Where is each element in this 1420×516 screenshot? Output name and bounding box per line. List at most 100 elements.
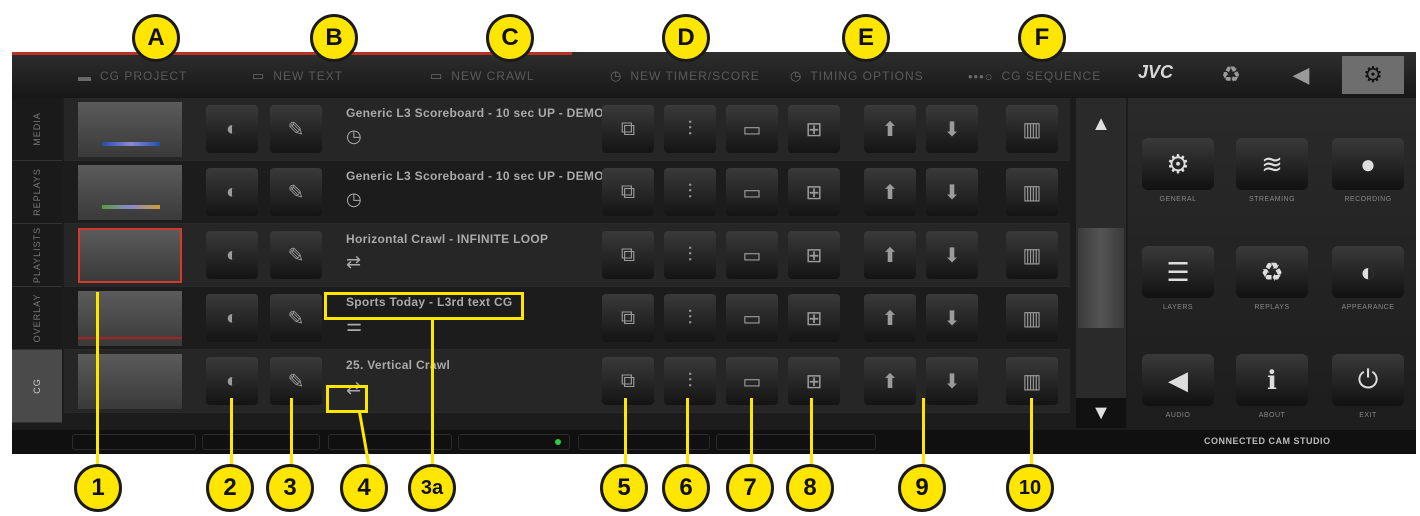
status-cell xyxy=(202,434,320,450)
settings-appearance-button[interactable]: ◐ xyxy=(1332,246,1404,298)
callout-9: 9 xyxy=(898,464,946,512)
layer-icon: ▭ xyxy=(742,181,762,204)
mixer-button[interactable]: ⫶ xyxy=(664,168,716,216)
menu-new-timer-score[interactable]: ◷ NEW TIMER/SCORE xyxy=(610,66,760,86)
scroll-thumb[interactable] xyxy=(1078,228,1124,328)
duplicate-button[interactable]: ⧉ xyxy=(602,105,654,153)
settings-exit-button[interactable]: ⏻ xyxy=(1332,354,1404,406)
settings-layers-button[interactable]: ☰ xyxy=(1142,246,1214,298)
cg-thumbnail-selected[interactable] xyxy=(78,228,182,283)
list-item: ◐ ✎ Horizontal Crawl - INFINITE LOOP ⇄ ⧉… xyxy=(64,224,1070,287)
trash-icon: ▥ xyxy=(1022,118,1042,141)
stopwatch-icon: ◷ xyxy=(790,68,803,83)
settings-gear-icon[interactable]: ⚙ xyxy=(1342,56,1404,94)
layer-button[interactable]: ▭ xyxy=(726,294,778,342)
duplicate-button[interactable]: ⧉ xyxy=(602,231,654,279)
list-item: ◐ ✎ Generic L3 Scoreboard - 10 sec UP - … xyxy=(64,98,1070,161)
move-up-button[interactable]: ⬆ xyxy=(864,357,916,405)
cg-thumbnail[interactable] xyxy=(78,291,182,346)
leader-line xyxy=(290,398,293,470)
move-up-button[interactable]: ⬆ xyxy=(864,231,916,279)
move-down-button[interactable]: ⬇ xyxy=(926,168,978,216)
menu-label: NEW TEXT xyxy=(273,69,344,83)
layer-button[interactable]: ▭ xyxy=(726,168,778,216)
settings-recording-button[interactable]: ● xyxy=(1332,138,1404,190)
list-scrollbar[interactable]: ▲ ▼ xyxy=(1076,98,1126,428)
info-icon: ℹ xyxy=(1267,364,1277,395)
cg-title: Generic L3 Scoreboard - 10 sec UP - DEMO xyxy=(346,169,604,183)
callout-3: 3 xyxy=(266,464,314,512)
add-to-folder-button[interactable]: ⊞ xyxy=(788,105,840,153)
move-down-button[interactable]: ⬇ xyxy=(926,357,978,405)
edit-button[interactable]: ✎ xyxy=(270,294,322,342)
pencil-icon: ✎ xyxy=(287,118,305,141)
mixer-button[interactable]: ⫶ xyxy=(664,231,716,279)
edit-button[interactable]: ✎ xyxy=(270,357,322,405)
cg-thumbnail[interactable] xyxy=(78,354,182,409)
copy-icon: ⧉ xyxy=(620,306,636,329)
delete-button[interactable]: ▥ xyxy=(1006,168,1058,216)
arrow-up-icon: ⬆ xyxy=(881,244,899,267)
menu-new-text[interactable]: ▭ NEW TEXT xyxy=(252,66,343,86)
move-up-button[interactable]: ⬆ xyxy=(864,168,916,216)
delete-button[interactable]: ▥ xyxy=(1006,105,1058,153)
move-down-button[interactable]: ⬇ xyxy=(926,294,978,342)
duplicate-button[interactable]: ⧉ xyxy=(602,357,654,405)
settings-replays-button[interactable]: ♻ xyxy=(1236,246,1308,298)
move-down-button[interactable]: ⬇ xyxy=(926,105,978,153)
tile-label: RECORDING xyxy=(1344,196,1392,203)
settings-audio-button[interactable]: ◀ xyxy=(1142,354,1214,406)
layer-button[interactable]: ▭ xyxy=(726,105,778,153)
eye-icon: ◐ xyxy=(1360,256,1376,287)
edit-button[interactable]: ✎ xyxy=(270,168,322,216)
menu-cg-project[interactable]: ▬ CG PROJECT xyxy=(78,66,187,86)
leader-line xyxy=(230,398,233,470)
visibility-button[interactable]: ◐ xyxy=(206,231,258,279)
add-to-folder-button[interactable]: ⊞ xyxy=(788,357,840,405)
add-to-folder-button[interactable]: ⊞ xyxy=(788,294,840,342)
pencil-icon: ✎ xyxy=(287,244,305,267)
app-window: ▬ CG PROJECT ▭ NEW TEXT ▭ NEW CRAWL ◷ NEW TI… xyxy=(12,52,1416,454)
scroll-up-icon[interactable]: ▲ xyxy=(1076,104,1126,144)
edit-button[interactable]: ✎ xyxy=(270,105,322,153)
settings-general-button[interactable]: ⚙ xyxy=(1142,138,1214,190)
delete-button[interactable]: ▥ xyxy=(1006,231,1058,279)
visibility-button[interactable]: ◐ xyxy=(206,168,258,216)
visibility-button[interactable]: ◐ xyxy=(206,105,258,153)
move-down-button[interactable]: ⬇ xyxy=(926,231,978,279)
copy-icon: ⧉ xyxy=(620,180,636,203)
menu-label: NEW TIMER/SCORE xyxy=(630,69,760,83)
pencil-icon: ✎ xyxy=(287,370,305,393)
copy-icon: ⧉ xyxy=(620,243,636,266)
menu-label: TIMING OPTIONS xyxy=(810,69,924,83)
visibility-button[interactable]: ◐ xyxy=(206,294,258,342)
settings-streaming-button[interactable]: ≋ xyxy=(1236,138,1308,190)
scroll-down-icon[interactable]: ▼ xyxy=(1076,398,1126,428)
leader-line xyxy=(750,398,753,470)
speaker-icon[interactable]: ◀ xyxy=(1270,56,1332,94)
settings-about-button[interactable]: ℹ xyxy=(1236,354,1308,406)
cg-thumbnail[interactable] xyxy=(78,165,182,220)
copy-icon: ⧉ xyxy=(620,117,636,140)
tile-label: REPLAYS xyxy=(1254,304,1290,311)
mixer-button[interactable]: ⫶ xyxy=(664,294,716,342)
add-to-folder-button[interactable]: ⊞ xyxy=(788,231,840,279)
mixer-button[interactable]: ⫶ xyxy=(664,357,716,405)
callout-b: B xyxy=(310,14,358,62)
mixer-button[interactable]: ⫶ xyxy=(664,105,716,153)
edit-button[interactable]: ✎ xyxy=(270,231,322,279)
duplicate-button[interactable]: ⧉ xyxy=(602,294,654,342)
menu-cg-sequence[interactable]: •••○ CG SEQUENCE xyxy=(968,66,1101,86)
move-up-button[interactable]: ⬆ xyxy=(864,105,916,153)
delete-button[interactable]: ▥ xyxy=(1006,294,1058,342)
replay-icon[interactable]: ♻ xyxy=(1200,56,1262,94)
layer-button[interactable]: ▭ xyxy=(726,231,778,279)
tile-label: AUDIO xyxy=(1165,412,1191,419)
cg-thumbnail[interactable] xyxy=(78,102,182,157)
menu-timing-options[interactable]: ◷ TIMING OPTIONS xyxy=(790,66,924,86)
duplicate-button[interactable]: ⧉ xyxy=(602,168,654,216)
move-up-button[interactable]: ⬆ xyxy=(864,294,916,342)
type-icon-highlight xyxy=(326,385,368,413)
add-to-folder-button[interactable]: ⊞ xyxy=(788,168,840,216)
menu-new-crawl[interactable]: ▭ NEW CRAWL xyxy=(430,66,535,86)
